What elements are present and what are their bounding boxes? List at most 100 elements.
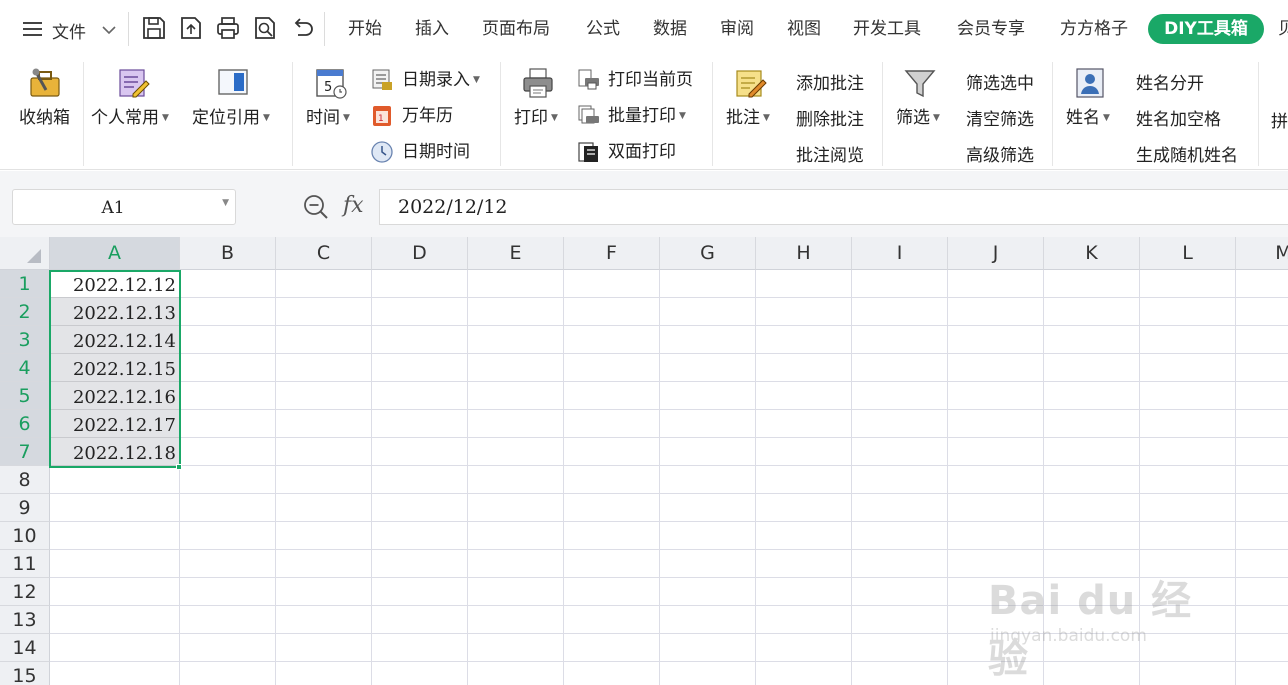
comment-button[interactable]: 批注 ▼ <box>720 58 782 168</box>
dropdown-caret-icon: ▼ <box>551 113 558 123</box>
name-add-space-button[interactable]: 姓名加空格 <box>1136 105 1221 130</box>
print-current-page-button[interactable]: 打印当前页 <box>577 68 702 92</box>
hamburger-menu-button[interactable]: 文件 <box>18 16 118 43</box>
tab-diy-toolbox[interactable]: DIY工具箱 <box>1148 14 1264 44</box>
storage-box-button[interactable]: 收纳箱 <box>12 58 78 168</box>
dropdown-caret-icon: ▼ <box>763 113 770 123</box>
grid-column-line <box>659 270 660 685</box>
fill-handle[interactable] <box>176 464 182 470</box>
row-header-8[interactable]: 8 <box>0 466 50 494</box>
view-comments-button[interactable]: 批注阅览 <box>796 141 864 166</box>
row-header-7[interactable]: 7 <box>0 438 50 466</box>
column-header-k[interactable]: K <box>1044 237 1140 270</box>
select-all-corner[interactable] <box>0 237 50 270</box>
corner-triangle-icon <box>27 249 41 263</box>
undo-icon[interactable] <box>289 15 315 41</box>
row-header-13[interactable]: 13 <box>0 606 50 634</box>
name-box-value: A1 <box>101 198 125 218</box>
date-entry-button[interactable]: 日期录入 ▼ <box>370 68 490 92</box>
grid-row-line <box>50 409 1288 410</box>
add-comment-button[interactable]: 添加批注 <box>796 69 864 94</box>
row-header-10[interactable]: 10 <box>0 522 50 550</box>
toolbox-icon <box>30 68 60 97</box>
dropdown-caret-icon: ▼ <box>162 113 169 123</box>
tab-data[interactable]: 数据 <box>653 18 687 40</box>
batch-print-icon <box>578 105 599 124</box>
ribbon-separator <box>882 62 883 166</box>
pin-button[interactable]: 拼 <box>1271 107 1288 132</box>
column-header-b[interactable]: B <box>180 237 276 270</box>
personal-common-button[interactable]: 个人常用 ▼ <box>88 58 180 168</box>
grid-row-line <box>50 493 1288 494</box>
spreadsheet-grid: ABCDEFGHIJKLM 1 2 3 4 5 6 7 8 9 10 11 12 13 14 15 2022… <box>0 237 1288 685</box>
print-label: 打印 ▼ <box>514 108 558 128</box>
random-name-button[interactable]: 生成随机姓名 <box>1136 141 1238 166</box>
clear-filter-button[interactable]: 清空筛选 <box>966 105 1034 130</box>
grid-row-line <box>50 437 1288 438</box>
tab-review[interactable]: 审阅 <box>720 18 754 40</box>
tab-page-layout[interactable]: 页面布局 <box>482 18 550 40</box>
selection-border <box>49 270 181 468</box>
column-header-l[interactable]: L <box>1140 237 1236 270</box>
split-name-button[interactable]: 姓名分开 <box>1136 69 1204 94</box>
column-header-m[interactable]: M <box>1236 237 1288 270</box>
menu-bar: 文件 开始 插入 页面布局 公式 数据 审阅 视图 开发工具 会员专享 方方格子… <box>0 0 1288 58</box>
time-button[interactable]: 5 时间 ▼ <box>300 58 362 168</box>
funnel-icon <box>904 70 936 98</box>
batch-print-button[interactable]: 批量打印 ▼ <box>577 104 702 128</box>
row-header-1[interactable]: 1 <box>0 270 50 298</box>
print-preview-icon[interactable] <box>252 15 278 41</box>
formula-input[interactable]: 2022/12/12 <box>379 189 1288 225</box>
tab-formulas[interactable]: 公式 <box>586 18 620 40</box>
grid-column-line <box>275 270 276 685</box>
save-icon[interactable] <box>141 15 167 41</box>
grid-column-line <box>755 270 756 685</box>
tab-view[interactable]: 视图 <box>787 18 821 40</box>
row-header-6[interactable]: 6 <box>0 410 50 438</box>
filter-selected-button[interactable]: 筛选选中 <box>966 69 1034 94</box>
grid-row-line <box>50 297 1288 298</box>
name-box[interactable]: A1 ▼ <box>12 189 236 225</box>
tab-fangfang[interactable]: 方方格子 <box>1060 18 1128 40</box>
print-button[interactable]: 打印 ▼ <box>508 58 570 168</box>
column-header-c[interactable]: C <box>276 237 372 270</box>
fx-function-button[interactable]: fx <box>343 193 364 218</box>
row-header-11[interactable]: 11 <box>0 550 50 578</box>
row-header-5[interactable]: 5 <box>0 382 50 410</box>
zoom-search-icon[interactable] <box>302 193 330 221</box>
tab-insert[interactable]: 插入 <box>415 18 449 40</box>
name-button[interactable]: 姓名 ▼ <box>1060 58 1122 168</box>
print-icon[interactable] <box>215 15 241 41</box>
row-header-15[interactable]: 15 <box>0 662 50 685</box>
filter-button[interactable]: 筛选 ▼ <box>890 58 952 168</box>
column-header-g[interactable]: G <box>660 237 756 270</box>
column-header-f[interactable]: F <box>564 237 660 270</box>
column-header-i[interactable]: I <box>852 237 948 270</box>
advanced-filter-button[interactable]: 高级筛选 <box>966 141 1034 166</box>
delete-comment-button[interactable]: 删除批注 <box>796 105 864 130</box>
row-header-14[interactable]: 14 <box>0 634 50 662</box>
row-header-9[interactable]: 9 <box>0 494 50 522</box>
tab-developer[interactable]: 开发工具 <box>853 18 921 40</box>
column-header-h[interactable]: H <box>756 237 852 270</box>
column-header-d[interactable]: D <box>372 237 468 270</box>
column-header-j[interactable]: J <box>948 237 1044 270</box>
row-header-12[interactable]: 12 <box>0 578 50 606</box>
row-header-4[interactable]: 4 <box>0 354 50 382</box>
duplex-print-button[interactable]: 双面打印 <box>577 140 702 164</box>
row-header-2[interactable]: 2 <box>0 298 50 326</box>
row-header-3[interactable]: 3 <box>0 326 50 354</box>
locate-reference-button[interactable]: 定位引用 ▼ <box>188 58 280 168</box>
grid-column-line <box>1235 270 1236 685</box>
tab-home[interactable]: 开始 <box>348 18 382 40</box>
time-label: 时间 ▼ <box>306 108 350 128</box>
ribbon-separator <box>83 62 84 166</box>
export-pdf-icon[interactable] <box>178 15 204 41</box>
perpetual-calendar-button[interactable]: 1 万年历 <box>370 104 470 128</box>
tab-overflow[interactable]: 贝 <box>1278 18 1288 40</box>
chevron-down-icon[interactable]: ▼ <box>222 198 229 208</box>
tab-member[interactable]: 会员专享 <box>957 18 1025 40</box>
column-header-a[interactable]: A <box>50 237 180 270</box>
date-time-button[interactable]: 日期时间 <box>370 140 480 164</box>
column-header-e[interactable]: E <box>468 237 564 270</box>
